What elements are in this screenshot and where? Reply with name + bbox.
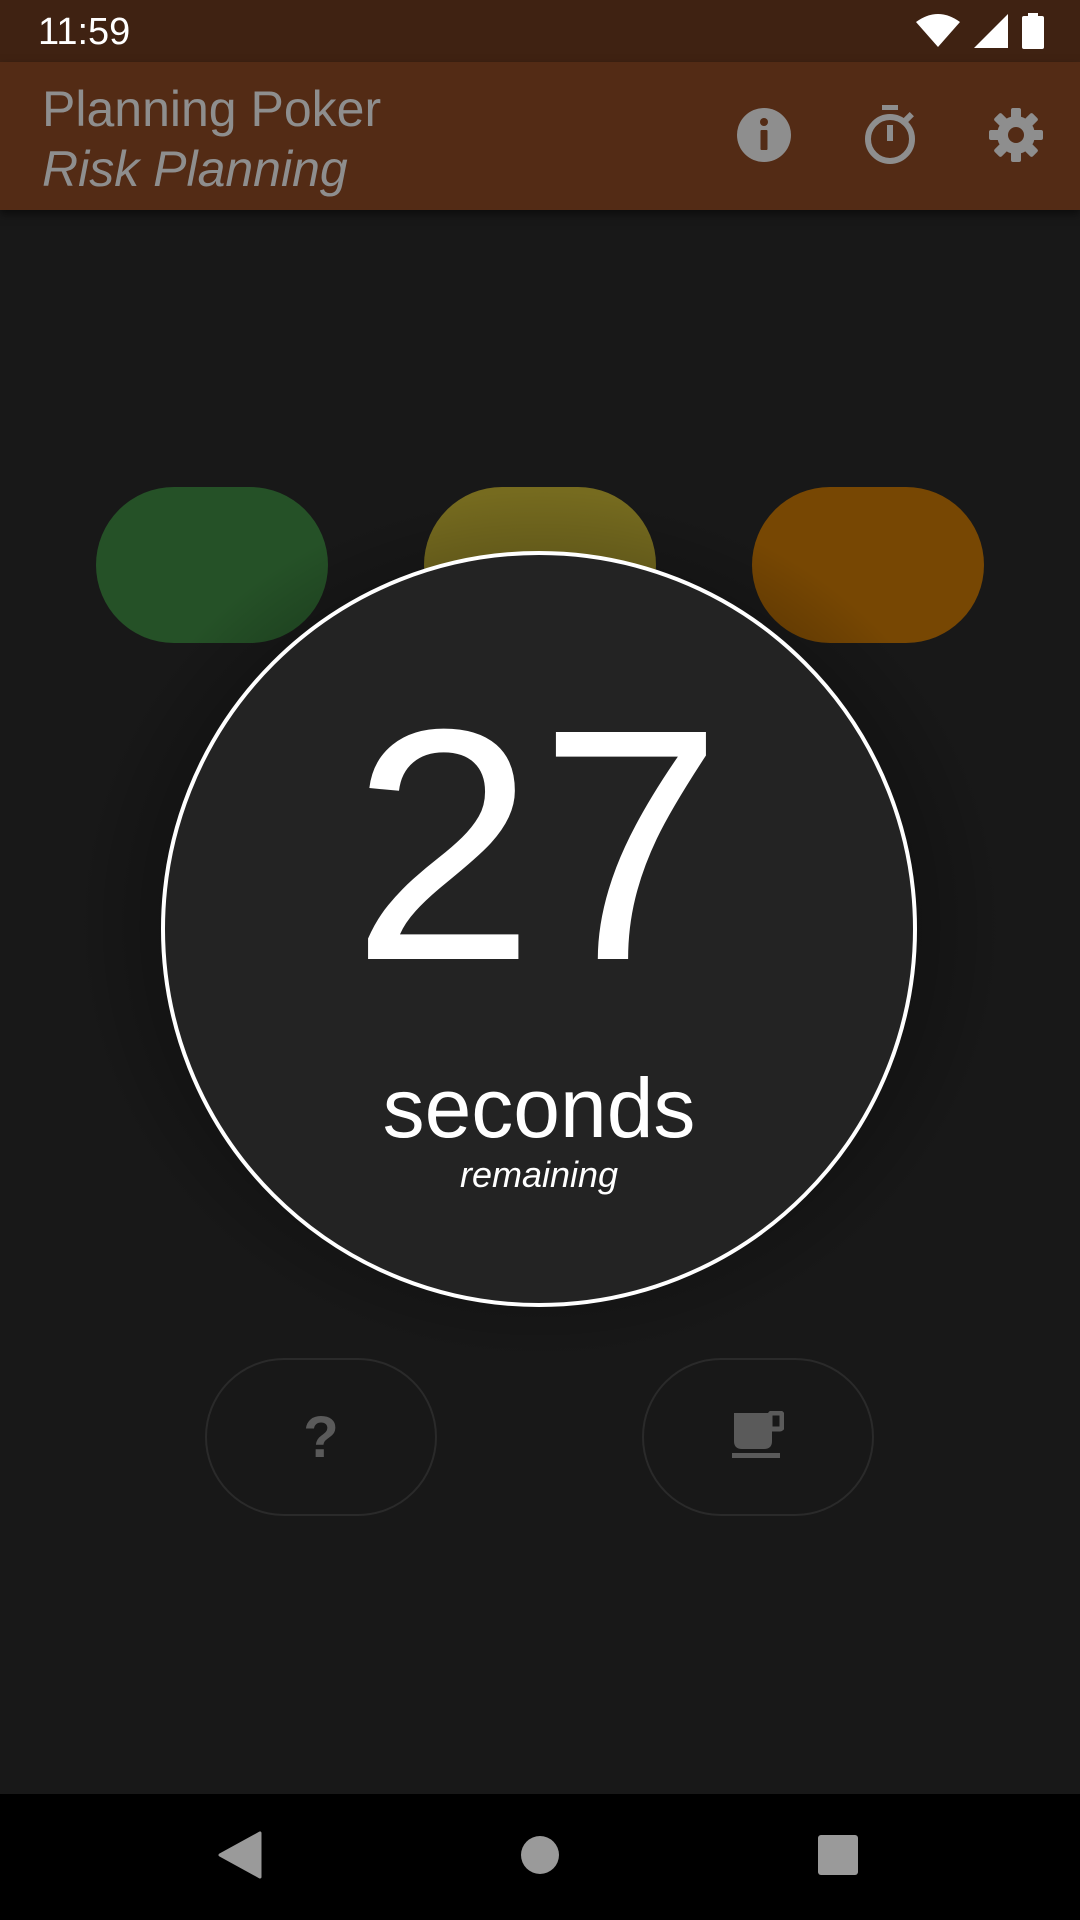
- timer-button[interactable]: [857, 104, 923, 170]
- status-bar: 11:59: [0, 0, 1080, 62]
- countdown-timer[interactable]: 27 seconds remaining: [161, 551, 917, 1307]
- coffee-button[interactable]: [642, 1358, 874, 1516]
- app-title: Planning Poker: [42, 81, 382, 137]
- timer-caption: remaining: [459, 1154, 619, 1195]
- battery-icon: [1022, 13, 1044, 49]
- question-button[interactable]: ?: [205, 1358, 437, 1516]
- coffee-icon: [732, 1410, 785, 1464]
- wifi-icon: [916, 14, 960, 48]
- navigation-bar: [0, 1794, 1080, 1920]
- timer-icon: [862, 104, 918, 170]
- back-button[interactable]: [210, 1827, 270, 1887]
- app-bar: Planning Poker Risk Planning: [0, 62, 1080, 210]
- info-icon: [736, 107, 792, 168]
- home-icon: [520, 1835, 560, 1880]
- back-icon: [218, 1831, 262, 1884]
- settings-icon: [988, 107, 1044, 168]
- timer-value: 27: [351, 660, 727, 1029]
- recents-icon: [818, 1834, 858, 1880]
- signal-icon: [974, 14, 1008, 48]
- recents-button[interactable]: [808, 1827, 868, 1887]
- status-time: 11:59: [38, 11, 131, 53]
- question-label: ?: [303, 1404, 339, 1470]
- settings-button[interactable]: [983, 104, 1049, 170]
- timer-unit: seconds: [382, 1061, 696, 1155]
- status-icons: [916, 12, 1044, 50]
- app-subtitle: Risk Planning: [42, 141, 348, 197]
- info-button[interactable]: [731, 104, 797, 170]
- home-button[interactable]: [510, 1827, 570, 1887]
